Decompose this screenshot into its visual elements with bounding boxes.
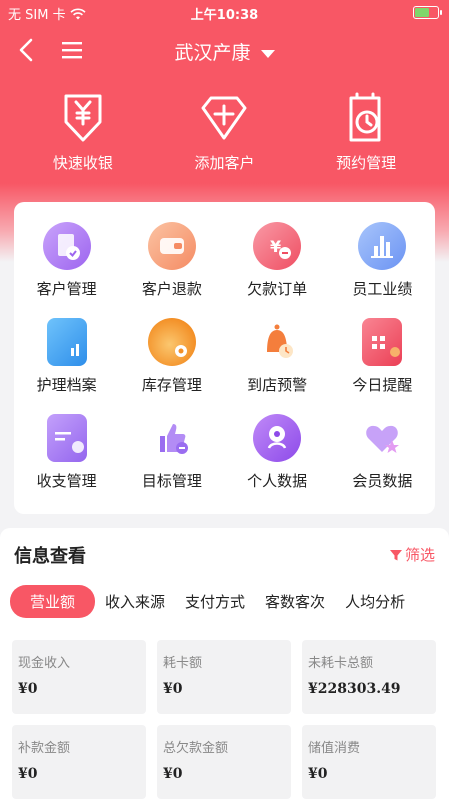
grid-item-today-reminder[interactable]: 今日提醒 — [330, 314, 435, 410]
info-title: 信息查看 — [14, 546, 86, 567]
grid-item-customer-management[interactable]: 客户管理 — [14, 218, 119, 314]
stats-grid: 现金收入 ¥0 耗卡额 ¥0 未耗卡总额 ¥228303.49 补款金额 ¥0 … — [12, 640, 437, 799]
grid-item-income-expense[interactable]: 收支管理 — [14, 410, 119, 506]
grid-item-goal-management[interactable]: 目标管理 — [119, 410, 224, 506]
personal-data-icon — [253, 414, 302, 462]
filter-label: 筛选 — [404, 546, 435, 564]
arrival-alert-bell-icon — [253, 318, 301, 366]
debt-order-icon: ¥ — [253, 222, 302, 270]
stat-card-card-consumption[interactable]: 耗卡额 ¥0 — [157, 640, 291, 714]
status-bar: 无 SIM 卡 上午10:38 — [0, 0, 449, 24]
store-title: 武汉产康 — [174, 42, 251, 64]
customer-management-icon — [42, 222, 91, 270]
quick-action-label: 快速收银 — [52, 154, 113, 172]
feature-grid: 客户管理 客户退款 ¥ 欠款订单 员工业绩 护理档案 库存管理 到店预警 今日提… — [14, 202, 435, 506]
member-data-heart-icon — [358, 414, 406, 462]
stat-card-total-debt[interactable]: 总欠款金额 ¥0 — [157, 725, 291, 799]
stat-label: 储值消费 — [308, 741, 361, 756]
goal-thumbs-up-icon — [148, 414, 196, 462]
clock: 上午10:38 — [190, 8, 259, 23]
inventory-icon — [147, 318, 196, 366]
grid-item-label: 目标管理 — [141, 472, 202, 490]
quick-action-appointment[interactable]: 预约管理 — [306, 92, 426, 173]
nav-bar: 武汉产康 — [0, 28, 449, 72]
grid-item-personal-data[interactable]: 个人数据 — [225, 410, 330, 506]
stat-label: 未耗卡总额 — [308, 656, 374, 671]
grid-item-label: 客户退款 — [141, 280, 202, 298]
stat-card-cash-income[interactable]: 现金收入 ¥0 — [12, 640, 146, 714]
feature-grid-card: 客户管理 客户退款 ¥ 欠款订单 员工业绩 护理档案 库存管理 到店预警 今日提… — [14, 202, 435, 514]
care-record-icon — [46, 318, 87, 366]
filter-button[interactable]: 筛选 — [389, 544, 435, 565]
appointment-clock-icon — [349, 92, 381, 142]
tab-income-source[interactable]: 收入来源 — [95, 591, 175, 612]
battery-icon — [413, 6, 442, 19]
stat-card-unconsumed-total[interactable]: 未耗卡总额 ¥228303.49 — [302, 640, 436, 714]
quick-actions: 快速收银 添加客户 预约管理 — [0, 92, 449, 173]
customer-refund-icon — [147, 222, 196, 270]
tab-revenue[interactable]: 营业额 — [10, 584, 96, 618]
stat-label: 耗卡额 — [163, 656, 203, 671]
quick-action-add-customer[interactable]: 添加客户 — [164, 92, 284, 173]
grid-item-label: 欠款订单 — [247, 280, 308, 298]
add-customer-diamond-icon — [201, 96, 247, 140]
yen-receipt-icon — [64, 94, 102, 142]
stat-value: ¥0 — [308, 766, 328, 782]
grid-item-label: 个人数据 — [247, 472, 308, 490]
grid-item-inventory[interactable]: 库存管理 — [119, 314, 224, 410]
grid-item-label: 员工业绩 — [352, 280, 413, 298]
quick-action-cashier[interactable]: 快速收银 — [23, 92, 143, 173]
stat-value: ¥0 — [18, 681, 38, 697]
today-reminder-calendar-icon — [362, 318, 403, 366]
quick-action-label: 预约管理 — [336, 154, 397, 172]
stat-label: 总欠款金额 — [163, 741, 229, 756]
grid-item-arrival-alert[interactable]: 到店预警 — [225, 314, 330, 410]
store-selector[interactable]: 武汉产康 — [0, 38, 449, 65]
grid-item-label: 收支管理 — [36, 472, 97, 490]
grid-item-label: 护理档案 — [36, 376, 97, 394]
stat-label: 补款金额 — [18, 741, 71, 756]
stat-value: ¥228303.49 — [308, 681, 401, 697]
staff-performance-icon — [358, 222, 407, 270]
stat-value: ¥0 — [163, 681, 183, 697]
stat-value: ¥0 — [18, 766, 38, 782]
stat-card-supplement-amount[interactable]: 补款金额 ¥0 — [12, 725, 146, 799]
income-expense-icon — [46, 414, 87, 462]
quick-action-label: 添加客户 — [194, 154, 255, 172]
stat-label: 现金收入 — [18, 656, 71, 671]
caret-down-icon — [260, 49, 275, 58]
filter-funnel-icon — [389, 549, 402, 560]
grid-item-customer-refund[interactable]: 客户退款 — [119, 218, 224, 314]
grid-item-debt-order[interactable]: ¥ 欠款订单 — [225, 218, 330, 314]
grid-item-label: 会员数据 — [352, 472, 413, 490]
stat-card-stored-value-spending[interactable]: 储值消费 ¥0 — [302, 725, 436, 799]
stat-value: ¥0 — [163, 766, 183, 782]
grid-item-care-record[interactable]: 护理档案 — [14, 314, 119, 410]
tab-payment-method[interactable]: 支付方式 — [175, 591, 255, 612]
grid-item-label: 库存管理 — [141, 376, 202, 394]
info-tabs: 营业额 收入来源 支付方式 客数客次 人均分析 — [10, 584, 449, 618]
info-section: 信息查看 筛选 营业额 收入来源 支付方式 客数客次 人均分析 现金收入 ¥0 … — [0, 528, 449, 800]
tab-customer-visits[interactable]: 客数客次 — [255, 591, 335, 612]
grid-item-staff-performance[interactable]: 员工业绩 — [330, 218, 435, 314]
grid-item-label: 客户管理 — [36, 280, 97, 298]
grid-item-member-data[interactable]: 会员数据 — [330, 410, 435, 506]
tab-per-capita-analysis[interactable]: 人均分析 — [335, 591, 415, 612]
grid-item-label: 到店预警 — [247, 376, 308, 394]
grid-item-label: 今日提醒 — [352, 376, 413, 394]
